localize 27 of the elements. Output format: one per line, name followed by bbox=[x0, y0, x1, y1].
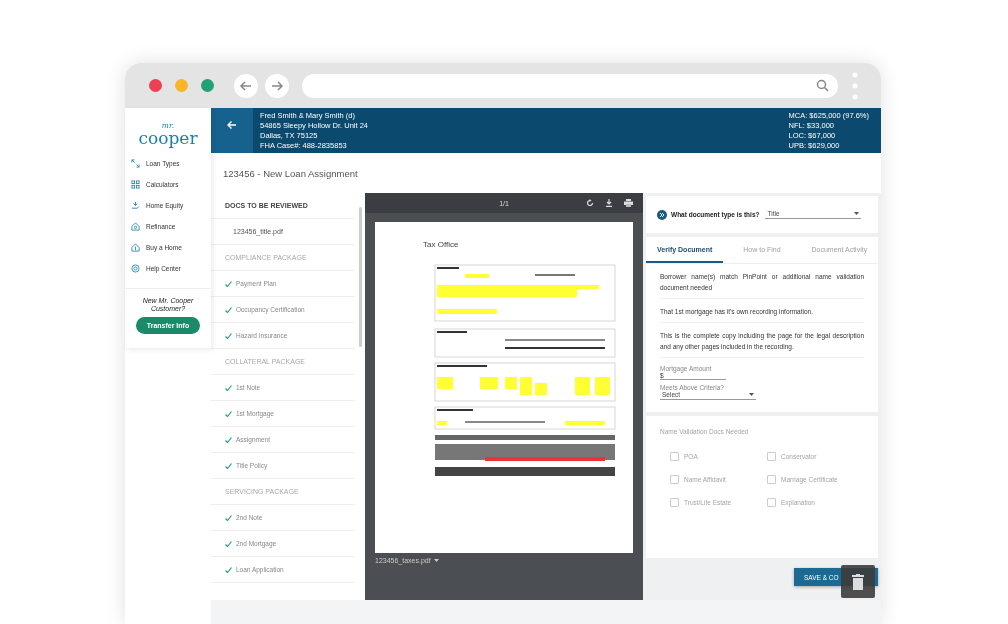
caret-icon bbox=[433, 558, 439, 563]
left-arrow-icon bbox=[239, 78, 253, 93]
trash-icon bbox=[852, 573, 864, 590]
left-arrow-icon bbox=[227, 119, 237, 130]
right-arrow-icon bbox=[270, 78, 284, 93]
download-icon[interactable] bbox=[605, 199, 613, 207]
address-bar[interactable] bbox=[302, 73, 838, 98]
forward-button[interactable] bbox=[265, 73, 289, 98]
search-icon bbox=[816, 79, 829, 92]
lifebuoy-icon bbox=[131, 263, 140, 273]
arrows-icon bbox=[131, 158, 140, 168]
scrollbar[interactable] bbox=[359, 207, 362, 347]
grid-icon bbox=[131, 179, 140, 189]
double-chevron-icon bbox=[657, 209, 667, 220]
more-icon[interactable] bbox=[852, 70, 858, 101]
delete-button[interactable] bbox=[841, 565, 875, 598]
page-title: 123456 - New Loan Assignment bbox=[223, 167, 358, 179]
rotate-icon[interactable] bbox=[586, 199, 594, 207]
document-title: Tax Office bbox=[423, 240, 459, 249]
caret-icon bbox=[749, 392, 754, 397]
caret-icon bbox=[854, 211, 860, 216]
window-dot[interactable] bbox=[149, 79, 162, 92]
window-dot[interactable] bbox=[175, 79, 188, 92]
back-button[interactable] bbox=[234, 73, 258, 98]
window-dot[interactable] bbox=[201, 79, 214, 92]
house-icon bbox=[131, 221, 140, 231]
print-icon[interactable] bbox=[624, 199, 633, 207]
